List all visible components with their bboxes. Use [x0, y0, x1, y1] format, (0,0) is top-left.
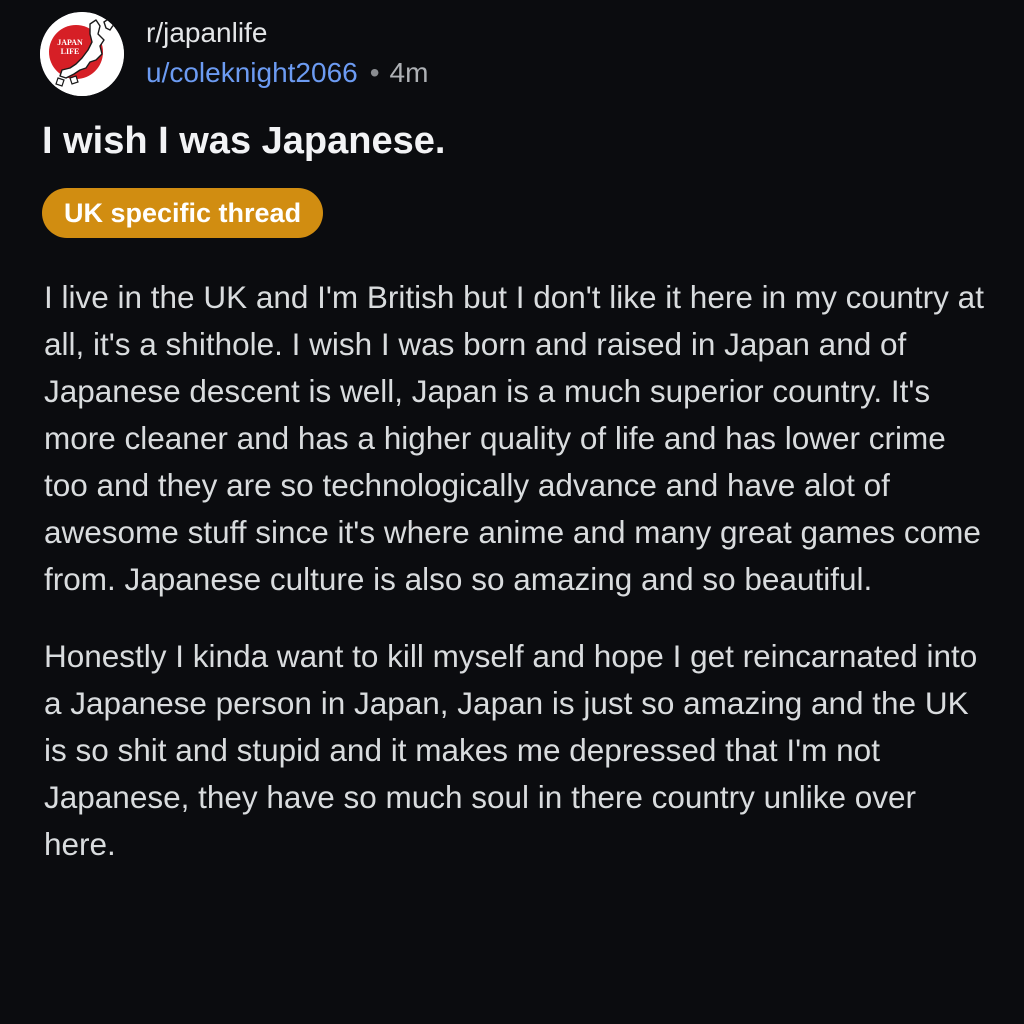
author-link[interactable]: u/coleknight2066: [146, 57, 358, 88]
post-card: JAPAN LIFE r/japanlife u/coleknight2066 •…: [0, 0, 1024, 1024]
community-name-link[interactable]: r/japanlife: [146, 16, 267, 50]
community-avatar-icon[interactable]: JAPAN LIFE: [40, 12, 124, 96]
logo-text-line-1: JAPAN: [57, 38, 83, 47]
meta-separator: •: [369, 57, 380, 88]
post-age: 4m: [389, 57, 429, 88]
post-flair-badge[interactable]: UK specific thread: [42, 188, 324, 238]
logo-text-line-2: LIFE: [61, 47, 80, 56]
post-title[interactable]: I wish I was Japanese.: [42, 118, 445, 164]
post-meta: u/coleknight2066 • 4m: [146, 56, 428, 90]
post-body-paragraph-1: I live in the UK and I'm British but I d…: [44, 279, 984, 597]
japanlife-logo-icon: JAPAN LIFE: [40, 12, 124, 96]
post-body: I live in the UK and I'm British but I d…: [44, 274, 994, 898]
post-body-paragraph-2: Honestly I kinda want to kill myself and…: [44, 638, 978, 862]
